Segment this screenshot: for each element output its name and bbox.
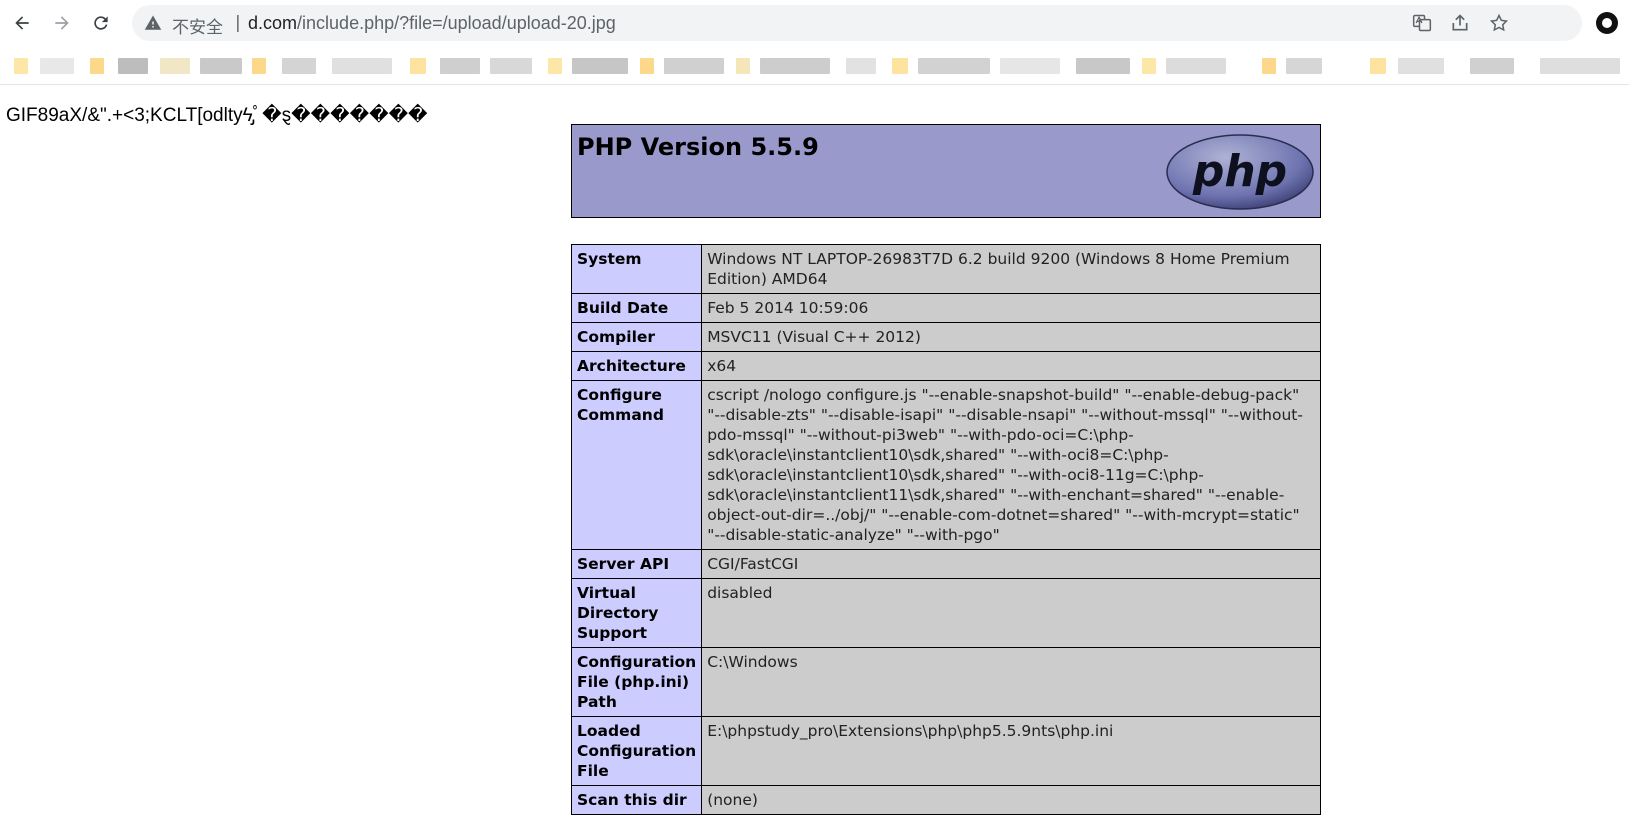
table-row: Architecture x64 [570,351,1321,381]
url-path: /include.php/?file=/upload/upload-20.jpg [297,13,616,33]
translate-icon[interactable] [1412,13,1432,33]
browser-toolbar: 不安全 | d.com/include.php/?file=/upload/up… [0,0,1629,46]
bookmark-favicon[interactable] [736,58,750,74]
bookmark-item[interactable] [918,58,990,74]
php-logo-text: php [1192,146,1287,197]
row-label: Architecture [570,351,703,381]
row-value: C:\Windows [701,647,1321,717]
page-title: PHP Version 5.5.9 [577,133,819,161]
bookmark-item[interactable] [332,58,392,74]
url-text[interactable]: d.com/include.php/?file=/upload/upload-2… [248,13,616,34]
row-value: CGI/FastCGI [701,549,1321,579]
row-value: (none) [701,785,1321,815]
table-row: Compiler MSVC11 (Visual C++ 2012) [570,322,1321,352]
bookmark-item[interactable] [160,58,190,74]
bookmark-item[interactable] [1398,58,1444,74]
row-label: Virtual Directory Support [570,578,703,648]
row-value: cscript /nologo configure.js "--enable-s… [701,380,1321,550]
bookmarks-bar [0,50,1629,85]
table-row: Loaded Configuration File E:\phpstudy_pro… [570,716,1321,786]
bookmark-favicon[interactable] [90,58,104,74]
bookmark-item[interactable] [40,58,74,74]
row-label: System [570,244,703,294]
table-row: Server API CGI/FastCGI [570,549,1321,579]
table-row: Virtual Directory Support disabled [570,578,1321,648]
bookmark-item[interactable] [760,58,830,74]
row-label: Compiler [570,322,703,352]
gif-header-text: GIF89aX/&".+<3;KCLT[odltyϟ̡ﾟ�ȿ������� [6,105,428,126]
bookmark-favicon[interactable] [1262,58,1276,74]
bookmark-item[interactable] [1540,58,1620,74]
php-logo-icon: php [1166,134,1314,210]
share-icon[interactable] [1450,13,1470,33]
star-icon[interactable] [1489,13,1509,33]
row-value: MSVC11 (Visual C++ 2012) [701,322,1321,352]
bookmark-item[interactable] [1166,58,1226,74]
row-value: E:\phpstudy_pro\Extensions\php\php5.5.9n… [701,716,1321,786]
bookmark-favicon[interactable] [640,58,654,74]
bookmark-favicon[interactable] [252,58,266,74]
reload-button[interactable] [87,9,115,37]
bookmark-item[interactable] [846,58,876,74]
security-label[interactable]: 不安全 [172,13,223,38]
forward-icon [55,16,69,30]
row-label: Configuration File (php.ini) Path [570,647,703,717]
reload-icon [94,16,108,30]
bookmark-item[interactable] [200,58,242,74]
phpinfo-container: PHP Version 5.5.9 php System Windows NT L… [570,124,1321,815]
bookmark-item[interactable] [572,58,628,74]
row-label: Configure Command [570,380,703,550]
row-value: disabled [701,578,1321,648]
table-row: System Windows NT LAPTOP-26983T7D 6.2 bui… [570,244,1321,294]
back-icon [15,16,29,30]
url-separator: | [235,13,241,33]
bookmark-favicon[interactable] [548,58,562,74]
row-value: Feb 5 2014 10:59:06 [701,293,1321,323]
row-label: Loaded Configuration File [570,716,703,786]
forward-button[interactable] [48,9,76,37]
bookmark-item[interactable] [664,58,724,74]
phpinfo-header: PHP Version 5.5.9 php [571,124,1321,218]
row-label: Scan this dir [570,785,703,815]
address-bar[interactable]: 不安全 | d.com/include.php/?file=/upload/up… [132,5,1582,41]
bookmark-item[interactable] [118,58,148,74]
row-value: Windows NT LAPTOP-26983T7D 6.2 build 920… [701,244,1321,294]
bookmark-item[interactable] [1470,58,1514,74]
bookmark-favicon[interactable] [410,58,426,74]
bookmark-item[interactable] [1286,58,1322,74]
bookmark-favicon[interactable] [1142,58,1156,74]
url-host: d.com [248,13,298,33]
table-row: Build Date Feb 5 2014 10:59:06 [570,293,1321,323]
back-button[interactable] [8,9,36,37]
bookmark-item[interactable] [440,58,480,74]
bookmark-item[interactable] [490,58,532,74]
warning-icon [144,15,162,30]
table-row: Configuration File (php.ini) Path C:\Wind… [570,647,1321,717]
bookmark-item[interactable] [1076,58,1130,74]
profile-icon[interactable] [1596,12,1618,34]
bookmark-favicon[interactable] [14,58,28,74]
bookmark-item[interactable] [282,58,316,74]
table-row: Configure Command cscript /nologo configu… [570,380,1321,550]
table-row: Scan this dir (none) [570,785,1321,815]
bookmark-item[interactable] [1000,58,1060,74]
row-label: Build Date [570,293,703,323]
row-label: Server API [570,549,703,579]
row-value: x64 [701,351,1321,381]
bookmark-favicon[interactable] [892,58,908,74]
bookmark-favicon[interactable] [1370,58,1386,74]
phpinfo-table: System Windows NT LAPTOP-26983T7D 6.2 bui… [570,244,1321,815]
